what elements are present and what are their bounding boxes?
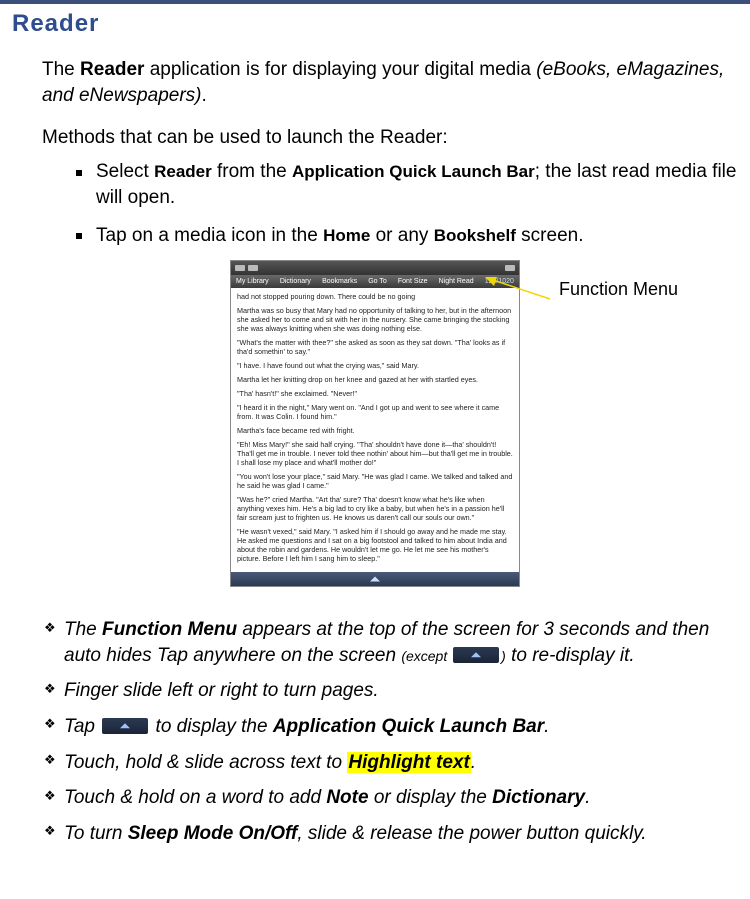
list-item: Select Reader from the Application Quick…	[76, 159, 738, 210]
highlight-text: Highlight text	[347, 752, 470, 773]
tip-text: To turn	[64, 823, 128, 844]
page-indicator: 128/1020	[483, 278, 516, 285]
menu-item: My Library	[234, 278, 271, 285]
quick-launch-pill-icon	[102, 718, 148, 734]
methods-bold: Reader	[380, 127, 442, 148]
up-arrow-icon	[471, 652, 481, 657]
methods-intro: Methods that can be used to launch the R…	[42, 127, 738, 149]
reader-page-body: had not stopped pouring down. There coul…	[231, 288, 519, 572]
status-icon	[248, 265, 258, 271]
tip-item: Touch & hold on a word to add Note or di…	[44, 785, 738, 811]
tip-bold: Function Menu	[102, 619, 237, 640]
li-bold: Bookshelf	[434, 226, 516, 245]
launch-methods-list: Select Reader from the Application Quick…	[76, 159, 738, 248]
book-paragraph: had not stopped pouring down. There coul…	[237, 292, 513, 301]
book-paragraph: Martha was so busy that Mary had no oppo…	[237, 306, 513, 333]
menu-item: Go To	[366, 278, 389, 285]
tip-text: Touch & hold on a word to add	[64, 787, 326, 808]
li-bold: Reader	[154, 162, 212, 181]
menu-item: Font Size	[396, 278, 430, 285]
intro-text-pre: The	[42, 59, 80, 80]
tip-except-open: (except	[401, 648, 451, 664]
li-text: from the	[212, 161, 292, 182]
tip-text: .	[544, 716, 549, 737]
li-bold: Home	[323, 226, 370, 245]
status-icon	[505, 265, 515, 271]
book-paragraph: "He wasn't vexed," said Mary. "I asked h…	[237, 527, 513, 563]
tip-text: The	[64, 619, 102, 640]
book-paragraph: "I have. I have found out what the cryin…	[237, 361, 513, 370]
quick-launch-pill-icon	[453, 647, 499, 663]
tips-list: The Function Menu appears at the top of …	[44, 617, 738, 846]
methods-pre: Methods that can be used to launch the	[42, 127, 380, 148]
tip-text: to re-display it.	[506, 645, 635, 666]
book-paragraph: "Was he?" cried Martha. "Art tha' sure? …	[237, 495, 513, 522]
book-paragraph: "I heard it in the night," Mary went on.…	[237, 403, 513, 421]
callout-label: Function Menu	[559, 279, 678, 300]
tip-text: Touch, hold & slide across text to	[64, 752, 347, 773]
page-content: Reader The Reader application is for dis…	[0, 10, 750, 877]
book-paragraph: Martha let her knitting drop on her knee…	[237, 375, 513, 384]
top-border	[0, 0, 750, 4]
book-paragraph: "Tha' hasn't!" she exclaimed. "Never!"	[237, 389, 513, 398]
book-paragraph: "What's the matter with thee?" she asked…	[237, 338, 513, 356]
book-paragraph: "Eh! Miss Mary!" she said half crying. "…	[237, 440, 513, 467]
reader-screenshot: My Library Dictionary Bookmarks Go To Fo…	[230, 260, 520, 587]
intro-paragraph: The Reader application is for displaying…	[42, 57, 738, 108]
tip-bold: Dictionary	[492, 787, 585, 808]
li-bold: Application Quick Launch Bar	[292, 162, 535, 181]
intro-text-mid: application is for displaying your digit…	[144, 59, 536, 80]
list-item: Tap on a media icon in the Home or any B…	[76, 223, 738, 249]
intro-text-suffix: .	[201, 85, 206, 106]
tip-item: Touch, hold & slide across text to Highl…	[44, 750, 738, 776]
li-text: or any	[370, 225, 433, 246]
tip-bold: Application Quick Launch Bar	[273, 716, 544, 737]
up-arrow-icon	[120, 723, 130, 728]
book-paragraph: Martha's face became red with fright.	[237, 426, 513, 435]
tip-bold: Note	[326, 787, 368, 808]
tip-text: to display the	[150, 716, 273, 737]
methods-suffix: :	[442, 127, 447, 148]
up-arrow-icon	[370, 577, 380, 582]
tip-item: The Function Menu appears at the top of …	[44, 617, 738, 668]
menu-item: Night Read	[437, 278, 476, 285]
intro-text-bold: Reader	[80, 59, 144, 80]
li-text: screen.	[516, 225, 584, 246]
tip-text: .	[585, 787, 590, 808]
screenshot-container: My Library Dictionary Bookmarks Go To Fo…	[12, 260, 738, 587]
menu-item: Bookmarks	[320, 278, 359, 285]
menu-item: Dictionary	[278, 278, 313, 285]
li-text: Tap on a media icon in the	[96, 225, 323, 246]
quick-launch-bar	[231, 572, 519, 586]
tip-item: To turn Sleep Mode On/Off, slide & relea…	[44, 821, 738, 847]
tip-text: or display the	[369, 787, 493, 808]
tip-item: Tap to display the Application Quick Lau…	[44, 714, 738, 740]
page-title: Reader	[12, 10, 738, 38]
li-text: Select	[96, 161, 154, 182]
status-icon	[235, 265, 245, 271]
tip-bold: Sleep Mode On/Off	[128, 823, 298, 844]
function-menu-bar: My Library Dictionary Bookmarks Go To Fo…	[231, 275, 519, 288]
status-bar	[231, 261, 519, 275]
tip-text: Tap	[64, 716, 100, 737]
tip-text: .	[471, 752, 476, 773]
tip-text: Finger slide left or right to turn pages…	[64, 680, 379, 701]
tip-item: Finger slide left or right to turn pages…	[44, 678, 738, 704]
book-paragraph: "You won't lose your place," said Mary. …	[237, 472, 513, 490]
tip-text: , slide & release the power button quick…	[297, 823, 646, 844]
